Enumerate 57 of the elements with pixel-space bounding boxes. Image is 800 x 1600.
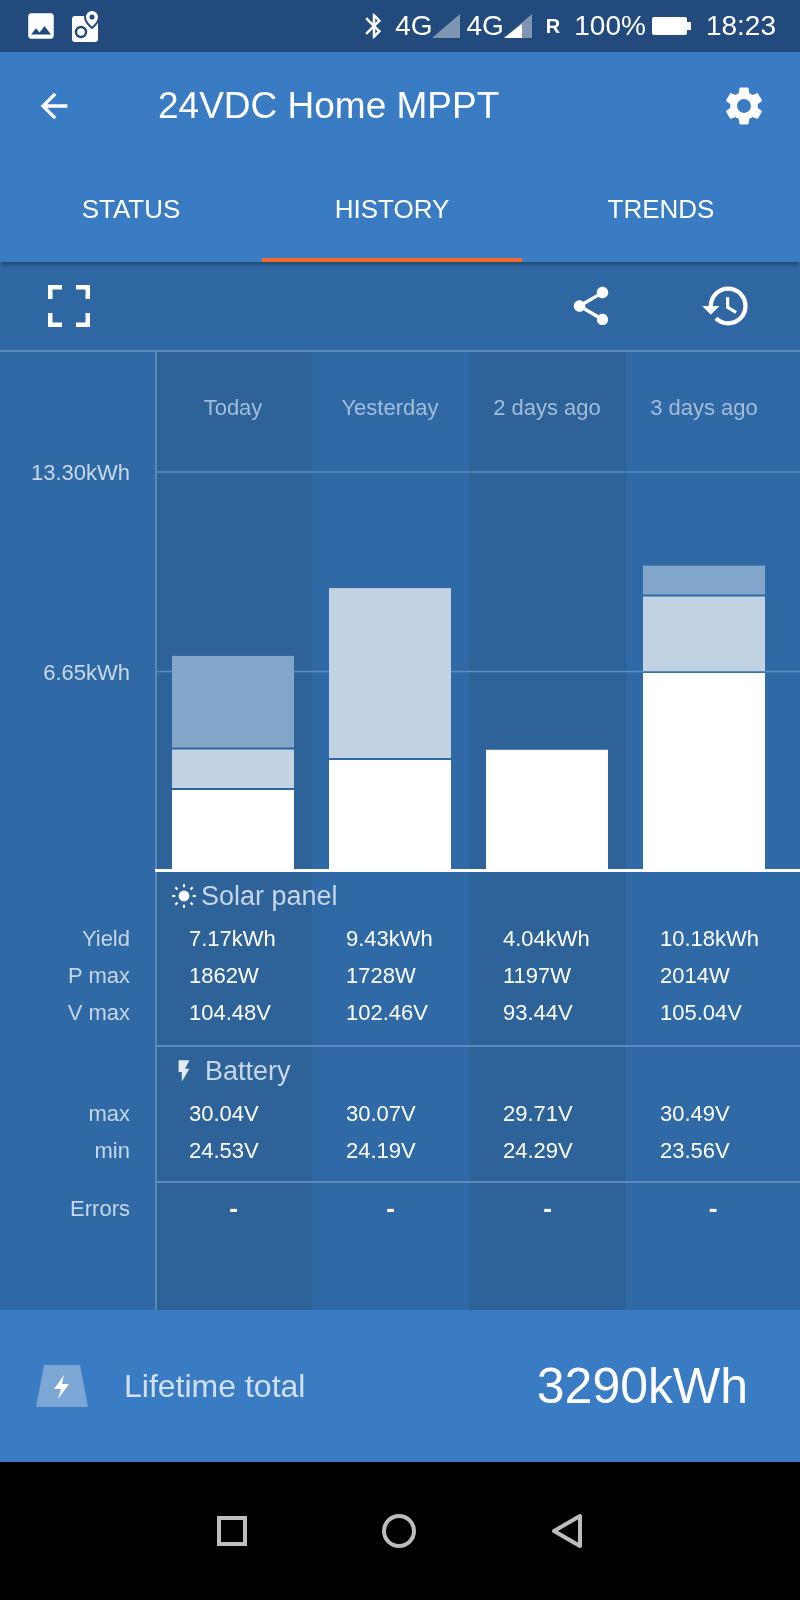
row-label: V max: [67, 999, 130, 1027]
value-text: 30.04V: [189, 1101, 259, 1126]
signal-icon: [432, 14, 461, 38]
value-text: 23.56V: [660, 1138, 730, 1163]
value-text: 24.19V: [346, 1138, 416, 1163]
row-label: P max: [68, 962, 130, 990]
row-label: min: [94, 1137, 130, 1165]
day-label: 3 days ago: [650, 395, 758, 420]
value-text: 30.07V: [346, 1101, 416, 1126]
value-text: 2014W: [660, 963, 730, 988]
value-text: -: [229, 1192, 238, 1225]
day-label: 2 days ago: [493, 395, 601, 420]
day-label: Today: [203, 395, 263, 420]
value-text: 24.53V: [189, 1138, 259, 1163]
home-icon[interactable]: [381, 1513, 417, 1549]
network-type: 4G: [395, 9, 433, 43]
value-text: 105.04V: [660, 1000, 742, 1025]
value-text: 24.29V: [503, 1138, 573, 1163]
row-label: max: [88, 1100, 130, 1128]
value-text: 102.46V: [346, 1000, 428, 1025]
recent-apps-icon[interactable]: [217, 1516, 247, 1546]
signal-icon: [503, 14, 532, 38]
tab[interactable]: TRENDS: [522, 160, 800, 262]
value-text: -: [386, 1192, 395, 1225]
battery-icon: [651, 16, 692, 36]
clock: 18:23: [705, 9, 776, 43]
value-text: 9.43kWh: [346, 926, 433, 951]
battery-percent: 100%: [574, 9, 646, 43]
back-icon[interactable]: [551, 1513, 583, 1549]
window-title: 24VDC Home MPPT: [158, 84, 501, 129]
lifetime-total: 3290kWh: [536, 1356, 748, 1416]
value-text: 93.44V: [503, 1000, 573, 1025]
day-label: Yesterday: [341, 395, 439, 420]
value-text: 1862W: [189, 963, 259, 988]
value-text: 10.18kWh: [660, 926, 760, 951]
sun-icon: [171, 883, 197, 909]
lifetime-label: Lifetime total: [124, 1367, 307, 1406]
value-text: 1728W: [346, 963, 416, 988]
row-label: Errors: [70, 1195, 130, 1223]
lightning-icon: [36, 1365, 88, 1407]
y-tick-label: 13.30kWh: [30, 460, 130, 485]
tab[interactable]: STATUS: [0, 160, 262, 262]
section-title: Battery: [205, 1054, 291, 1088]
fullscreen-icon[interactable]: [48, 285, 90, 327]
value-text: 104.48V: [189, 1000, 271, 1025]
value-text: -: [543, 1192, 552, 1225]
row-label: Yield: [81, 925, 130, 953]
value-text: 30.49V: [660, 1101, 730, 1126]
value-text: 7.17kWh: [189, 926, 276, 951]
section-title: Solar panel: [201, 879, 338, 913]
value-text: 4.04kWh: [503, 926, 590, 951]
roaming-indicator: R: [545, 14, 561, 39]
y-tick-label: 6.65kWh: [43, 659, 130, 685]
value-text: 1197W: [503, 963, 572, 988]
value-text: 29.71V: [503, 1101, 573, 1126]
value-text: -: [708, 1192, 718, 1225]
network-type: 4G: [466, 9, 504, 43]
